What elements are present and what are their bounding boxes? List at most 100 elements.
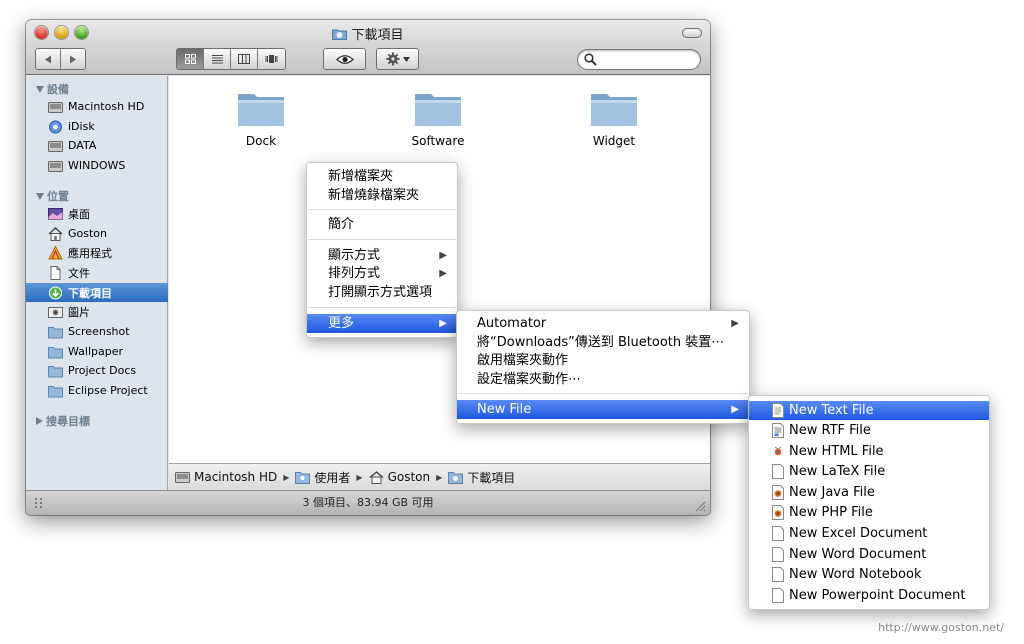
path-item-macintosh-hd[interactable]: Macintosh HD xyxy=(194,470,277,484)
menu-item-label: 更多 xyxy=(328,316,355,331)
sidebar-section-devices[interactable]: 設備 xyxy=(36,81,69,97)
downloads-icon xyxy=(49,286,62,299)
folder-software[interactable]: Software xyxy=(383,88,493,148)
hard-drive-icon xyxy=(48,101,63,113)
sidebar-item-idisk[interactable]: iDisk xyxy=(26,117,168,136)
sidebar-item-macintosh-hd[interactable]: Macintosh HD xyxy=(26,97,168,116)
path-separator-icon: ▶ xyxy=(436,472,443,482)
submenu-arrow-icon: ▶ xyxy=(731,318,739,329)
menu-item-new-folder[interactable]: 新增檔案夾 xyxy=(307,167,457,186)
menu-separator xyxy=(308,209,456,210)
sidebar-item-downloads[interactable]: 下載項目 xyxy=(26,283,168,302)
submenu-arrow-icon: ▶ xyxy=(439,318,447,329)
menu-item-automator[interactable]: Automator ▶ xyxy=(457,314,749,333)
menu-item-label: New Word Notebook xyxy=(789,567,922,582)
menu-item-new-latex-file[interactable]: New LaTeX File xyxy=(749,462,989,481)
menu-item-get-info[interactable]: 簡介 xyxy=(307,215,457,234)
context-menu: 新增檔案夾 新增燒錄檔案夾 簡介 顯示方式 ▶ 排列方式 ▶ 打開顯示方式選項 … xyxy=(306,162,458,338)
folder-icon xyxy=(48,385,63,397)
back-button[interactable] xyxy=(36,49,61,69)
menu-item-more[interactable]: 更多 ▶ xyxy=(307,314,457,333)
column-view-icon xyxy=(238,54,250,64)
more-submenu: Automator ▶ 將“Downloads”傳送到 Bluetooth 裝置… xyxy=(456,310,750,424)
menu-item-enable-folder-actions[interactable]: 啟用檔案夾動作 xyxy=(457,351,749,370)
gear-icon xyxy=(386,52,399,66)
menu-item-show-view-options[interactable]: 打開顯示方式選項 xyxy=(307,283,457,302)
forward-button[interactable] xyxy=(61,49,85,69)
menu-item-new-text-file[interactable]: New Text File xyxy=(749,401,989,420)
column-view-button[interactable] xyxy=(231,49,258,69)
window-resize-grip-icon[interactable] xyxy=(694,500,706,512)
sidebar-item-data[interactable]: DATA xyxy=(26,136,168,155)
coverflow-view-button[interactable] xyxy=(258,49,285,69)
path-item-users[interactable]: 使用者 xyxy=(314,469,350,486)
excel-file-icon xyxy=(772,526,784,541)
search-icon xyxy=(584,53,597,66)
menu-item-label: New Text File xyxy=(789,403,874,418)
sidebar-item-label: 下載項目 xyxy=(68,286,112,300)
submenu-arrow-icon: ▶ xyxy=(439,250,447,261)
search-field[interactable] xyxy=(577,49,701,70)
sidebar-item-project-docs[interactable]: Project Docs xyxy=(26,361,168,380)
menu-item-new-php-file[interactable]: New PHP File xyxy=(749,503,989,522)
folder-dock[interactable]: Dock xyxy=(206,88,316,148)
sidebar-item-applications[interactable]: 應用程式 xyxy=(26,243,168,262)
menu-item-label: New Excel Document xyxy=(789,526,928,541)
sidebar-section-search-for[interactable]: 搜尋目標 xyxy=(36,413,90,429)
sidebar-resize-handle-icon[interactable] xyxy=(34,497,44,509)
sidebar-section-places[interactable]: 位置 xyxy=(36,188,69,204)
status-bar: 3 個項目、83.94 GB 可用 xyxy=(26,490,710,515)
sidebar-item-label: 圖片 xyxy=(68,305,90,319)
sidebar: 設備 Macintosh HD iDisk DATA WINDOWS 位置 桌面… xyxy=(26,76,168,490)
sidebar-item-desktop[interactable]: 桌面 xyxy=(26,204,168,223)
sidebar-item-documents[interactable]: 文件 xyxy=(26,263,168,282)
sidebar-item-wallpaper[interactable]: Wallpaper xyxy=(26,342,168,361)
menu-item-new-burn-folder[interactable]: 新增燒錄檔案夾 xyxy=(307,186,457,205)
icon-view-icon xyxy=(184,54,196,64)
menu-item-new-file[interactable]: New File ▶ xyxy=(457,400,749,419)
sidebar-item-label: iDisk xyxy=(68,120,95,133)
menu-item-new-java-file[interactable]: New Java File xyxy=(749,483,989,502)
coverflow-view-icon xyxy=(265,55,278,63)
window-title: 下載項目 xyxy=(26,24,710,43)
menu-item-new-excel-document[interactable]: New Excel Document xyxy=(749,524,989,543)
menu-item-send-via-bluetooth[interactable]: 將“Downloads”傳送到 Bluetooth 裝置⋯ xyxy=(457,333,749,352)
list-view-icon xyxy=(211,55,223,64)
menu-item-label: New File xyxy=(477,402,532,417)
watermark-text: http://www.goston.net/ xyxy=(878,621,1004,634)
sidebar-item-label: Goston xyxy=(68,227,107,240)
users-folder-icon xyxy=(295,471,311,484)
sidebar-item-eclipse-project[interactable]: Eclipse Project xyxy=(26,381,168,400)
chevron-down-icon xyxy=(402,56,410,62)
action-menu-button[interactable] xyxy=(376,48,419,70)
menu-item-new-rtf-file[interactable]: New RTF File xyxy=(749,421,989,440)
menu-item-new-word-document[interactable]: New Word Document xyxy=(749,545,989,564)
menu-item-label: New Powerpoint Document xyxy=(789,588,966,603)
sidebar-item-pictures[interactable]: 圖片 xyxy=(26,302,168,321)
pictures-icon xyxy=(48,306,63,318)
sidebar-item-label: WINDOWS xyxy=(68,159,126,172)
menu-item-arrange-by[interactable]: 排列方式 ▶ xyxy=(307,264,457,283)
menu-item-configure-folder-actions[interactable]: 設定檔案夾動作⋯ xyxy=(457,370,749,389)
menu-item-new-word-notebook[interactable]: New Word Notebook xyxy=(749,565,989,584)
toolbar-toggle-button[interactable] xyxy=(682,28,702,38)
path-item-home[interactable]: Goston xyxy=(388,470,431,484)
path-item-downloads[interactable]: 下載項目 xyxy=(467,469,515,486)
sidebar-item-label: 應用程式 xyxy=(68,246,112,260)
sidebar-item-windows[interactable]: WINDOWS xyxy=(26,156,168,175)
sidebar-item-home[interactable]: Goston xyxy=(26,224,168,243)
sidebar-item-label: 文件 xyxy=(68,266,90,280)
menu-item-view-as[interactable]: 顯示方式 ▶ xyxy=(307,246,457,265)
menu-item-new-html-file[interactable]: New HTML File xyxy=(749,442,989,461)
menu-item-label: New HTML File xyxy=(789,444,884,459)
menu-item-new-powerpoint-document[interactable]: New Powerpoint Document xyxy=(749,586,989,605)
downloads-folder-icon xyxy=(332,29,348,40)
icon-view-button[interactable] xyxy=(177,49,204,69)
disclosure-triangle-icon xyxy=(36,192,44,200)
sidebar-item-screenshot[interactable]: Screenshot xyxy=(26,322,168,341)
folder-widget[interactable]: Widget xyxy=(559,88,669,148)
list-view-button[interactable] xyxy=(204,49,231,69)
word-file-icon xyxy=(772,547,784,562)
quick-look-button[interactable] xyxy=(323,48,366,70)
menu-item-label: New Java File xyxy=(789,485,875,500)
